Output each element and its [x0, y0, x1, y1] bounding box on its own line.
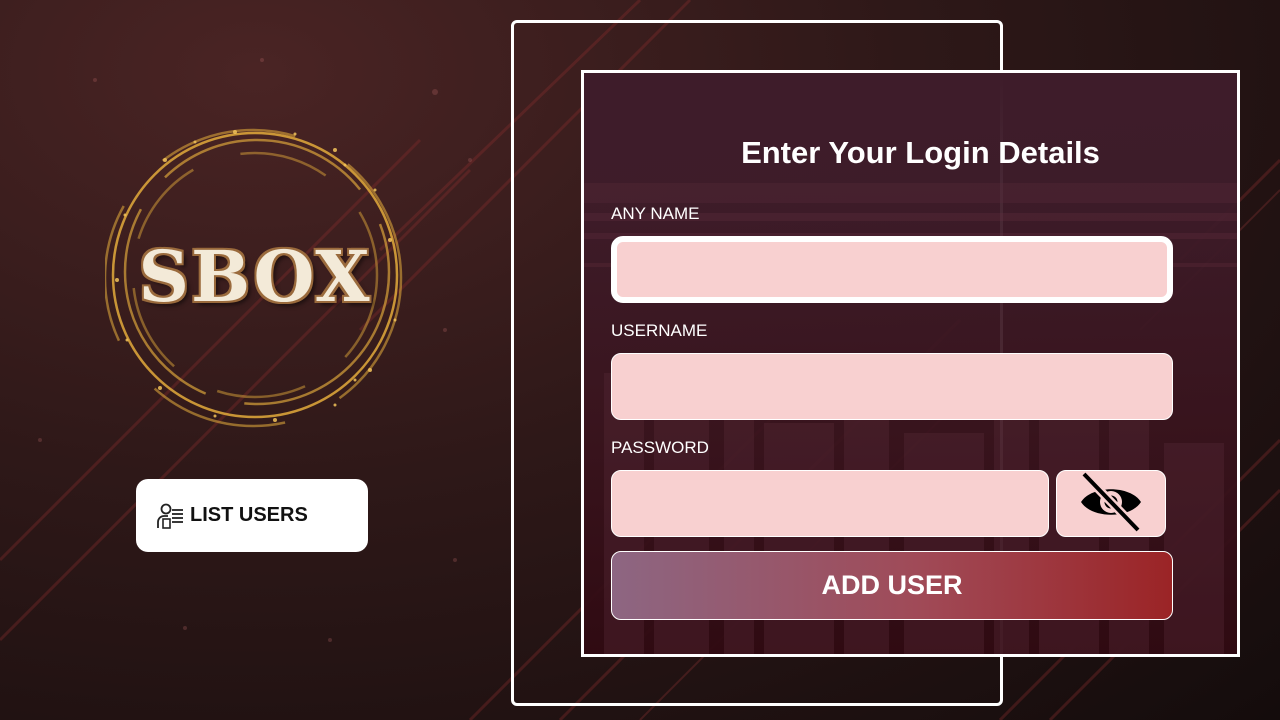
password-label: PASSWORD: [611, 438, 709, 457]
add-user-button[interactable]: ADD USER: [611, 551, 1173, 620]
sbox-logo: SBOX: [103, 120, 405, 430]
password-input[interactable]: [611, 470, 1049, 537]
logo-text: SBOX: [138, 235, 372, 318]
list-users-label: LIST USERS: [190, 504, 308, 526]
user-list-icon: [156, 501, 186, 531]
any-name-input[interactable]: [611, 236, 1173, 303]
login-card: Enter Your Login Details ANY NAME USERNA…: [581, 70, 1240, 657]
form-title: Enter Your Login Details: [741, 135, 1100, 170]
list-users-button[interactable]: LIST USERS: [136, 479, 368, 552]
username-label: USERNAME: [611, 321, 708, 340]
eye-slash-icon: [1078, 470, 1144, 536]
username-input[interactable]: [611, 353, 1173, 420]
toggle-password-visibility-button[interactable]: [1056, 470, 1166, 537]
any-name-label: ANY NAME: [611, 204, 700, 223]
